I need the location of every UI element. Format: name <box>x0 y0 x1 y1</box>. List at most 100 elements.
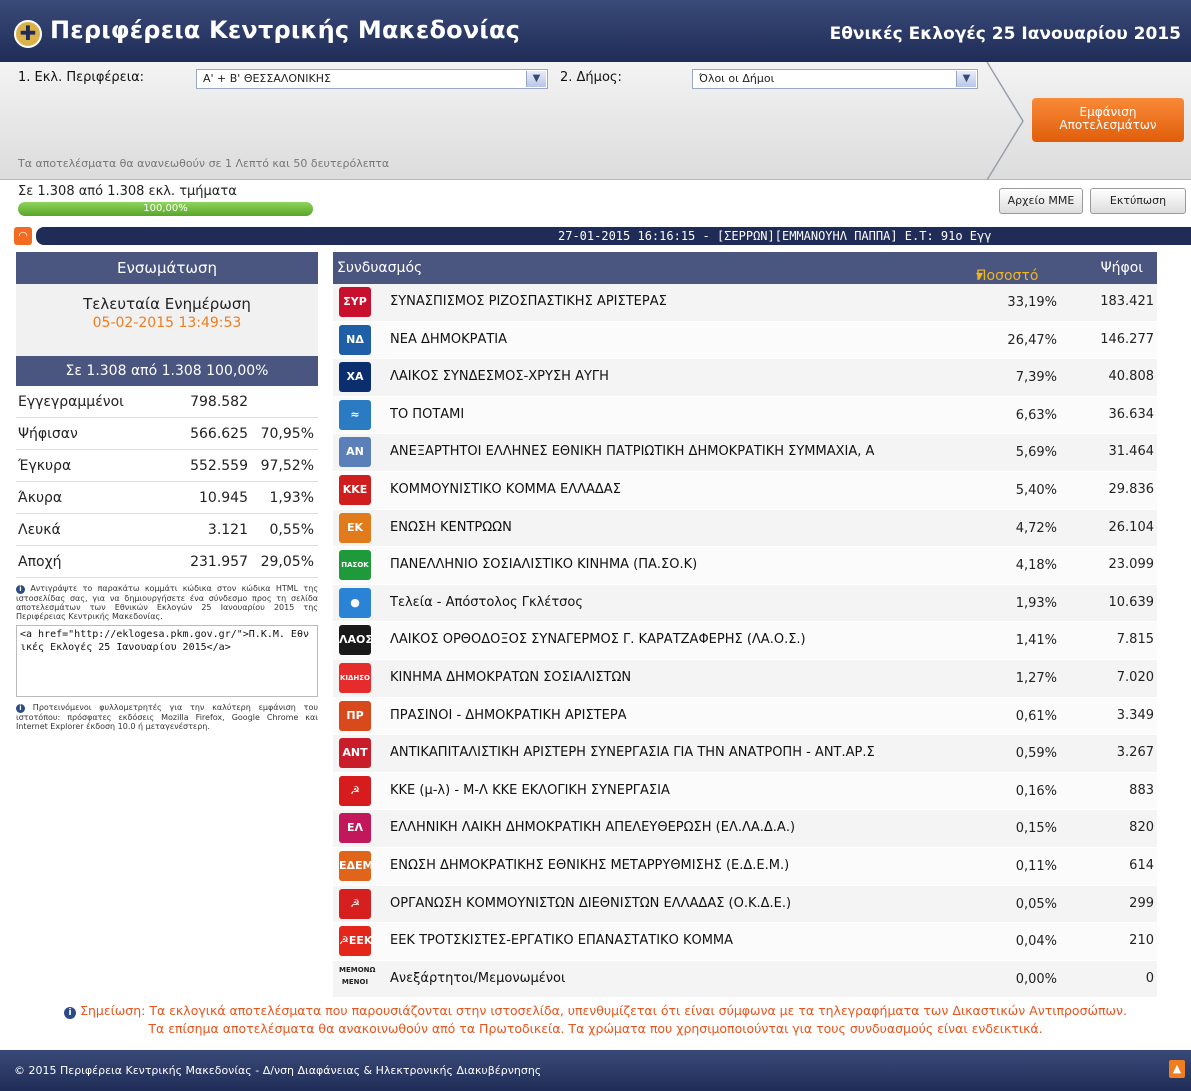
party-percentage: 0,11% <box>1015 858 1057 874</box>
result-row[interactable]: ● Τελεία - Απόστολος Γκλέτσος 1,93% 10.639 <box>333 584 1157 623</box>
party-logo-icon: ☭ <box>339 775 371 806</box>
result-row[interactable]: ΧΑ ΛΑΪΚΟΣ ΣΥΝΔΕΣΜΟΣ-ΧΡΥΣΗ ΑΥΓΗ 7,39% 40.808 <box>333 359 1157 397</box>
party-percentage: 5,40% <box>1015 482 1057 498</box>
party-percentage: 1,41% <box>1015 633 1057 649</box>
summary-panel: Ενσωμάτωση Τελευταία Ενημέρωση 05-02-201… <box>16 252 318 731</box>
summary-row-percent: 1,93% <box>269 490 314 506</box>
party-votes: 7.020 <box>1116 669 1154 685</box>
party-logo-icon: ☭ΕΕΚ <box>339 926 372 957</box>
sort-desc-icon: ▾ <box>976 268 984 284</box>
summary-row-value: 566.625 <box>190 426 248 442</box>
counted-summary: Σε 1.308 από 1.308 100,00% <box>16 356 318 386</box>
rss-icon[interactable]: ◠ <box>14 227 32 245</box>
chevron-down-icon[interactable]: ▼ <box>526 71 546 87</box>
party-percentage: 1,93% <box>1015 595 1057 611</box>
page-header: ✚ Περιφέρεια Κεντρικής Μακεδονίας Εθνικέ… <box>0 0 1191 62</box>
result-row[interactable]: ΣΥΡ ΣΥΝΑΣΠΙΣΜΟΣ ΡΙΖΟΣΠΑΣΤΙΚΗΣ ΑΡΙΣΤΕΡΑΣ 33… <box>333 284 1157 322</box>
party-name: ΚΙΝΗΜΑ ΔΗΜΟΚΡΑΤΩΝ ΣΟΣΙΑΛΙΣΤΩΝ <box>390 669 632 685</box>
step-arrow-divider <box>986 62 1024 180</box>
party-logo-icon: ΝΔ <box>339 324 371 355</box>
party-name: Ανεξάρτητοι/Μεμονωμένοι <box>390 970 566 986</box>
party-name: ΠΑΝΕΛΛΗΝΙΟ ΣΟΣΙΑΛΙΣΤΙΚΟ ΚΙΝΗΜΑ (ΠΑ.ΣΟ.Κ) <box>390 557 698 573</box>
party-votes: 183.421 <box>1100 294 1154 309</box>
column-votes[interactable]: Ψήφοι <box>1101 260 1143 276</box>
result-row[interactable]: ΕΚ ΕΝΩΣΗ ΚΕΝΤΡΩΩΝ 4,72% 26.104 <box>333 509 1157 548</box>
party-percentage: 6,63% <box>1015 407 1057 423</box>
result-row[interactable]: ☭ ΚΚΕ (μ-λ) - Μ-Λ ΚΚΕ ΕΚΛΟΓΙΚΗ ΣΥΝΕΡΓΑΣΙΑ… <box>333 772 1157 811</box>
result-row[interactable]: ΕΛ ΕΛΛΗΝΙΚΗ ΛΑΪΚΗ ΔΗΜΟΚΡΑΤΙΚΗ ΑΠΕΛΕΥΘΕΡΩΣ… <box>333 810 1157 848</box>
embed-note: i Αντιγράψτε το παρακάτω κομμάτι κώδικα … <box>16 584 318 621</box>
summary-row: Ψήφισαν 566.625 70,95% <box>16 418 318 450</box>
result-row[interactable]: KKE ΚΟΜΜΟΥΝΙΣΤΙΚΟ ΚΟΜΜΑ ΕΛΛΑΔΑΣ 5,40% 29.83… <box>333 471 1157 510</box>
party-percentage: 4,72% <box>1015 520 1057 536</box>
result-row[interactable]: ΝΔ ΝΕΑ ΔΗΜΟΚΡΑΤΙΑ 26,47% 146.277 <box>333 321 1157 360</box>
info-icon: i <box>64 1007 77 1019</box>
party-percentage: 0,61% <box>1015 708 1057 724</box>
party-votes: 3.267 <box>1116 745 1154 761</box>
party-percentage: 26,47% <box>1007 332 1057 348</box>
result-row[interactable]: ☭ ΟΡΓΑΝΩΣΗ ΚΟΜΜΟΥΝΙΣΤΩΝ ΔΙΕΘΝΙΣΤΩΝ ΕΛΛΑΔΑ… <box>333 885 1157 924</box>
chevron-down-icon[interactable]: ▼ <box>956 71 976 87</box>
party-logo-icon: ΜΕΜΟΝΩ ΜΕΝΟΙ <box>339 963 375 994</box>
party-name: ΕΛΛΗΝΙΚΗ ΛΑΪΚΗ ΔΗΜΟΚΡΑΤΙΚΗ ΑΠΕΛΕΥΘΕΡΩΣΗ … <box>390 820 796 836</box>
region-select[interactable]: Α' + Β' ΘΕΣΣΑΛΟΝΙΚΗΣ ▼ <box>196 69 548 89</box>
party-name: ΣΥΝΑΣΠΙΣΜΟΣ ΡΙΖΟΣΠΑΣΤΙΚΗΣ ΑΡΙΣΤΕΡΑΣ <box>390 294 667 309</box>
info-icon: i <box>16 704 25 713</box>
progress-percent: 100,00% <box>143 203 188 214</box>
result-row[interactable]: ΑΝΤ ΑΝΤΙΚΑΠΙΤΑΛΙΣΤΙΚΗ ΑΡΙΣΤΕΡΗ ΣΥΝΕΡΓΑΣΙΑ… <box>333 735 1157 773</box>
party-votes: 820 <box>1129 820 1154 836</box>
party-name: ΤΟ ΠΟΤΑΜΙ <box>390 406 465 422</box>
info-icon: i <box>16 585 25 594</box>
party-votes: 36.634 <box>1108 406 1155 422</box>
result-row[interactable]: ≈ ΤΟ ΠΟΤΑΜΙ 6,63% 36.634 <box>333 396 1157 435</box>
results-rows: ΣΥΡ ΣΥΝΑΣΠΙΣΜΟΣ ΡΙΖΟΣΠΑΣΤΙΚΗΣ ΑΡΙΣΤΕΡΑΣ 33… <box>333 284 1157 999</box>
party-logo-icon: ΛΑΟΣ <box>339 625 373 656</box>
party-name: ΛΑΪΚΟΣ ΟΡΘΟΔΟΞΟΣ ΣΥΝΑΓΕΡΜΟΣ Γ. ΚΑΡΑΤΖΑΦΕ… <box>390 632 806 648</box>
result-row[interactable]: ΜΕΜΟΝΩ ΜΕΝΟΙ Ανεξάρτητοι/Μεμονωμένοι 0,00%… <box>333 960 1157 999</box>
embed-code-box[interactable]: <a href="http://eklogesa.pkm.gov.gr/">Π.… <box>16 625 318 697</box>
party-logo-icon: ΣΥΡ <box>339 287 371 317</box>
party-percentage: 0,05% <box>1015 896 1057 912</box>
result-row[interactable]: ΛΑΟΣ ΛΑΪΚΟΣ ΟΡΘΟΔΟΞΟΣ ΣΥΝΑΓΕΡΜΟΣ Γ. ΚΑΡΑΤ… <box>333 622 1157 660</box>
party-percentage: 0,15% <box>1015 821 1057 837</box>
party-logo-icon: ≈ <box>339 399 371 430</box>
result-row[interactable]: ΚΙΔΗΣΟ ΚΙΝΗΜΑ ΔΗΜΟΚΡΑΤΩΝ ΣΟΣΙΑΛΙΣΤΩΝ 1,27%… <box>333 659 1157 698</box>
summary-row-name: Ψήφισαν <box>18 426 78 442</box>
last-update-box: Τελευταία Ενημέρωση 05-02-2015 13:49:53 <box>16 284 318 356</box>
counted-precincts-label: Σε 1.308 από 1.308 εκλ. τμήματα <box>18 184 237 199</box>
result-row[interactable]: ☭ΕΕΚ ΕΕΚ ΤΡΟΤΣΚΙΣΤΕΣ-ΕΡΓΑΤΙΚΟ ΕΠΑΝΑΣΤΑΤΙΚ… <box>333 923 1157 961</box>
media-file-button[interactable]: Αρχείο ΜΜΕ <box>999 188 1083 214</box>
summary-heading: Ενσωμάτωση <box>16 252 318 284</box>
result-row[interactable]: ΠΑΣΟΚ ΠΑΝΕΛΛΗΝΙΟ ΣΟΣΙΑΛΙΣΤΙΚΟ ΚΙΝΗΜΑ (ΠΑ.… <box>333 547 1157 585</box>
party-percentage: 1,27% <box>1015 670 1057 686</box>
show-results-button[interactable]: Εμφάνιση Αποτελεσμάτων <box>1032 98 1184 142</box>
summary-row: Άκυρα 10.945 1,93% <box>16 482 318 514</box>
party-name: ΠΡΑΣΙΝΟΙ - ΔΗΜΟΚΡΑΤΙΚΗ ΑΡΙΣΤΕΡΑ <box>390 707 627 723</box>
summary-row-value: 3.121 <box>207 522 248 538</box>
summary-row: Εγγεγραμμένοι 798.582 <box>16 386 318 418</box>
region-select-value: Α' + Β' ΘΕΣΣΑΛΟΝΙΚΗΣ <box>203 72 331 85</box>
result-row[interactable]: ΑΝ ΑΝΕΞΑΡΤΗΤΟΙ ΕΛΛΗΝΕΣ ΕΘΝΙΚΗ ΠΑΤΡΙΩΤΙΚΗ … <box>333 434 1157 472</box>
scroll-to-top-icon[interactable]: ▲ <box>1169 1060 1185 1078</box>
party-logo-icon: ΠΡ <box>339 700 371 731</box>
party-logo-icon: KKE <box>339 474 371 505</box>
result-row[interactable]: ΕΔΕΜ ΕΝΩΣΗ ΔΗΜΟΚΡΑΤΙΚΗΣ ΕΘΝΙΚΗΣ ΜΕΤΑΡΡΥΘΜ… <box>333 847 1157 886</box>
election-title: Εθνικές Εκλογές 25 Ιανουαρίου 2015 <box>829 24 1181 44</box>
results-header: Συνδυασμός Ποσοστό ▾ Ψήφοι <box>333 252 1157 284</box>
party-votes: 883 <box>1129 782 1154 798</box>
summary-row: Λευκά 3.121 0,55% <box>16 514 318 546</box>
party-votes: 23.099 <box>1108 557 1155 573</box>
summary-row-value: 552.559 <box>190 458 248 474</box>
party-percentage: 7,39% <box>1015 370 1057 386</box>
party-logo-icon: ☭ <box>339 888 371 919</box>
summary-row-percent: 0,55% <box>269 522 314 538</box>
browser-note-text: Προτεινόμενοι φυλλομετρητές για την καλύ… <box>16 703 319 731</box>
summary-row-value: 10.945 <box>199 490 248 506</box>
party-logo-icon: ΧΑ <box>339 362 371 393</box>
result-row[interactable]: ΠΡ ΠΡΑΣΙΝΟΙ - ΔΗΜΟΚΡΑΤΙΚΗ ΑΡΙΣΤΕΡΑ 0,61% 3.… <box>333 697 1157 736</box>
column-party[interactable]: Συνδυασμός <box>337 260 422 276</box>
party-votes: 146.277 <box>1100 331 1154 347</box>
print-button[interactable]: Εκτύπωση <box>1090 188 1186 214</box>
show-results-label: Αποτελεσμάτων <box>1059 118 1157 132</box>
municipality-select[interactable]: Όλοι οι Δήμοι ▼ <box>692 69 978 89</box>
